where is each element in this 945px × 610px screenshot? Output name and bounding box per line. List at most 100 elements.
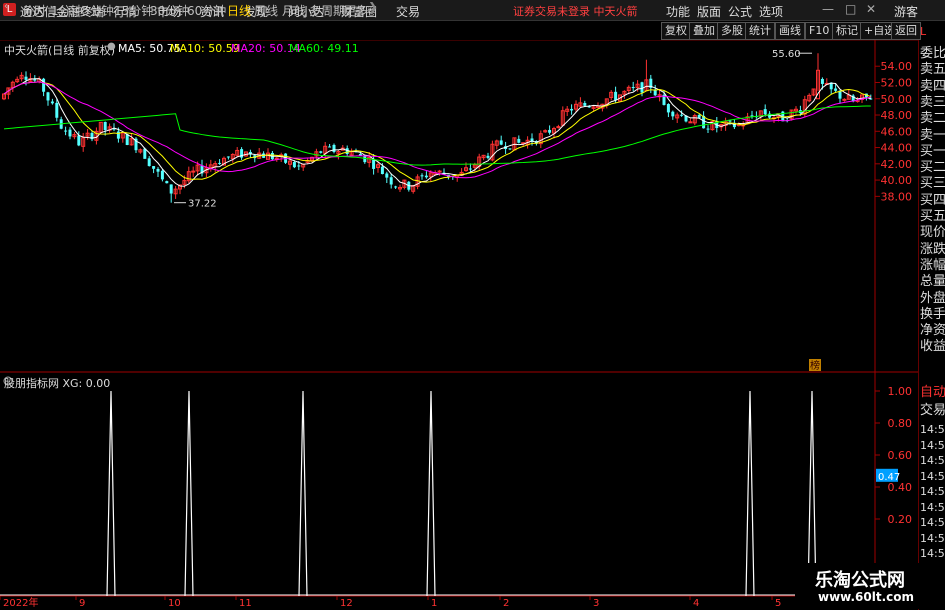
collapse-arrow-icon[interactable]: ‹	[4, 1, 8, 12]
dropdown-chevron-icon[interactable]: ❯	[368, 0, 378, 14]
candle-body-down	[147, 158, 151, 166]
period-tab-9[interactable]: 多周期	[309, 2, 345, 19]
price-tick-label: 42.00	[881, 158, 913, 171]
candle-body-down	[614, 91, 618, 101]
side-time-1: 14:55	[920, 438, 945, 452]
price-tick-label: 54.00	[881, 60, 913, 73]
ma20-line	[3, 81, 871, 179]
candle-body-down	[332, 144, 336, 153]
side-label-7: 买二	[920, 160, 945, 176]
candle-body-down	[55, 102, 59, 118]
candle-body-down	[292, 162, 296, 168]
side-time-6: 14:56	[920, 516, 945, 529]
side-label-15: 外盘	[920, 290, 945, 306]
kline-chart[interactable]: 54.00 52.00 50.00 48.00 46.00 44.00 42.00 40.00…	[0, 40, 918, 609]
period-tab-0[interactable]: 分时	[22, 2, 46, 19]
candle-body-down	[116, 131, 120, 139]
toolbar-button-5[interactable]: F10	[805, 22, 834, 40]
period-tab-3[interactable]: 15分钟	[114, 2, 153, 19]
minimize-icon[interactable]: —	[822, 2, 834, 16]
settings-circle-icon[interactable]: ●	[107, 41, 116, 52]
time-tick-label: 10	[168, 598, 181, 609]
candle-body-down	[160, 170, 164, 180]
candle-body-down	[152, 166, 156, 169]
candle-body-down	[319, 151, 323, 153]
period-tab-5[interactable]: 60分钟	[187, 2, 226, 19]
price-tick-label: 50.00	[881, 93, 913, 106]
candle-body-down	[125, 134, 129, 146]
time-tick-label: 2022年	[3, 596, 38, 609]
candle-body-up	[437, 170, 442, 173]
side-label-5: 卖一	[920, 127, 945, 143]
candle-body-down	[420, 175, 424, 177]
toolbar-button-8[interactable]: 返回	[891, 22, 921, 40]
side-label-9: 买四	[920, 192, 945, 208]
time-tick-label: 11	[239, 598, 252, 609]
candle-body-up	[191, 170, 196, 173]
period-tab-2[interactable]: 5分钟	[82, 2, 114, 19]
ma5-line	[3, 78, 871, 187]
price-tick-label: 44.00	[881, 142, 913, 155]
period-tab-6[interactable]: 日线	[227, 2, 251, 19]
login-status[interactable]: 证券交易未登录 中天火箭	[513, 3, 638, 19]
close-icon[interactable]: ✕	[866, 2, 876, 16]
toolbar-button-0[interactable]: 复权	[661, 22, 691, 40]
candle-body-down	[486, 155, 490, 158]
period-tab-7[interactable]: 周线	[254, 2, 278, 19]
side-label-11: 现价	[920, 225, 945, 241]
candle-body-down	[671, 111, 675, 117]
candle-body-down	[666, 104, 670, 113]
time-tick-label: 4	[693, 598, 699, 609]
signal-spike	[298, 390, 308, 597]
candle-body-down	[680, 114, 684, 116]
menu-item-6[interactable]: 交易	[396, 3, 420, 20]
price-tick-label: 52.00	[881, 76, 913, 89]
toolbar-button-6[interactable]: 标记	[832, 22, 862, 40]
right-menu-item-1[interactable]: 版面	[697, 3, 721, 20]
side-label-18: 收益	[920, 339, 945, 355]
right-menu-item-3[interactable]: 选项	[759, 3, 783, 20]
side-time-3: 14:56	[920, 469, 945, 483]
side-lower-0[interactable]: 自动	[920, 385, 945, 401]
period-tab-4[interactable]: 30分钟	[150, 2, 189, 19]
side-lower-1[interactable]: 交易	[920, 403, 945, 419]
signal-spike	[426, 390, 436, 597]
period-tab-1[interactable]: 1分钟	[51, 2, 83, 19]
period-tab-10[interactable]: 更多	[344, 2, 368, 19]
price-tick-label: 48.00	[881, 109, 913, 122]
maximize-icon[interactable]: □	[845, 2, 856, 16]
watermark-url: www.60lt.com	[818, 590, 915, 604]
side-time-4: 14:56	[920, 485, 945, 498]
side-time-0: 14:55	[920, 423, 945, 436]
candle-body-down	[468, 168, 472, 170]
time-tick-label: 5	[775, 598, 781, 609]
user-guest[interactable]: 游客	[894, 3, 918, 20]
candle-body-up	[688, 121, 693, 124]
candle-body-up	[556, 126, 561, 129]
ma-label-3: MA60: 49.11	[289, 42, 359, 55]
toolbar-button-4[interactable]: 画线	[775, 22, 805, 40]
side-label-3: 卖三	[920, 94, 945, 110]
period-tab-8[interactable]: 月线	[282, 2, 306, 19]
candle-body-down	[328, 146, 332, 148]
candle-body-down	[68, 129, 72, 137]
right-menu-item-2[interactable]: 公式	[728, 3, 752, 20]
toolbar-button-3[interactable]: 统计	[745, 22, 775, 40]
side-time-2: 14:55	[920, 454, 945, 467]
toolbar-button-1[interactable]: 叠加	[689, 22, 719, 40]
candle-body-down	[64, 130, 68, 132]
side-time-7: 14:56	[920, 531, 945, 545]
candle-body-down	[24, 76, 28, 80]
candle-body-down	[103, 121, 107, 131]
right-menu-item-0[interactable]: 功能	[666, 3, 690, 20]
candle-body-down	[834, 88, 838, 91]
side-label-1: 卖五	[920, 62, 945, 78]
toolbar-button-2[interactable]: 多股	[717, 22, 747, 40]
time-tick-label: 12	[340, 598, 353, 609]
high-price-label: 55.60	[772, 49, 801, 60]
stock-title: 中天火箭(日线 前复权)	[4, 44, 116, 57]
candle-body-down	[380, 166, 384, 175]
candle-body-down	[218, 162, 222, 164]
time-tick-label: 3	[593, 598, 599, 609]
price-tick-label: 38.00	[881, 190, 913, 203]
